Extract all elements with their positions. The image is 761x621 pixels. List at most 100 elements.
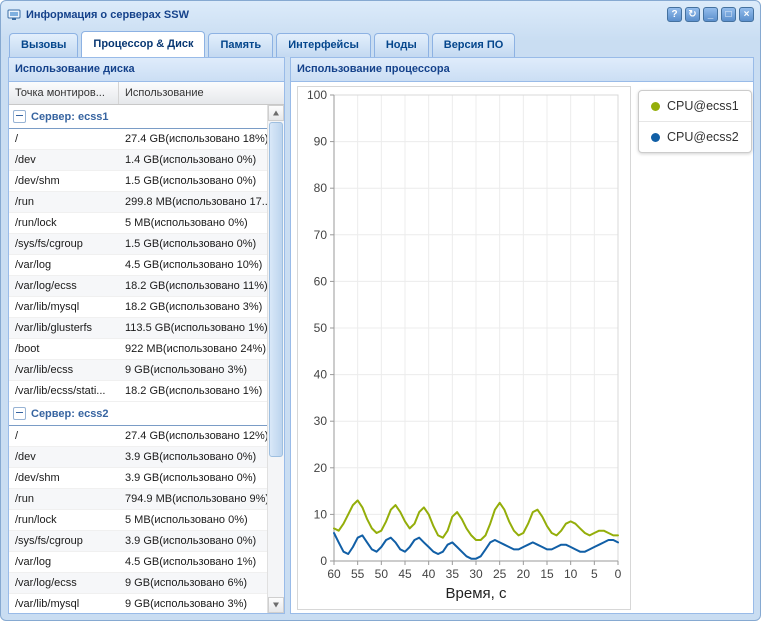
column-header-usage[interactable]: Использование bbox=[119, 82, 284, 104]
y-tick-label: 30 bbox=[314, 414, 328, 428]
mount-point-cell: /var/log/ecss bbox=[9, 573, 119, 593]
group-header[interactable]: Сервер: ecss1 bbox=[9, 105, 267, 129]
table-row[interactable]: /var/lib/mysql18.2 GB(использовано 3%) bbox=[9, 297, 267, 318]
scroll-down-button[interactable] bbox=[268, 597, 284, 613]
y-tick-label: 90 bbox=[314, 135, 328, 149]
legend-item-label: CPU@ecss1 bbox=[667, 99, 739, 113]
mount-point-cell: /var/lib/glusterfs bbox=[9, 318, 119, 338]
mount-point-cell: /dev/shm bbox=[9, 171, 119, 191]
table-row[interactable]: /boot922 MB(использовано 24%) bbox=[9, 339, 267, 360]
legend-item[interactable]: CPU@ecss1 bbox=[639, 91, 751, 121]
minimize-button[interactable]: _ bbox=[703, 7, 718, 22]
tab-memory[interactable]: Память bbox=[208, 33, 273, 57]
tab-bar: ВызовыПроцессор & ДискПамятьИнтерфейсыНо… bbox=[9, 31, 752, 57]
usage-cell: 5 MB(использовано 0%) bbox=[119, 213, 267, 233]
cpu-usage-panel: Использование процессора 010203040506070… bbox=[290, 57, 754, 614]
legend-marker-icon bbox=[651, 102, 660, 111]
y-tick-label: 50 bbox=[314, 321, 328, 335]
vertical-scrollbar[interactable] bbox=[267, 105, 284, 613]
usage-cell: 1.4 GB(использовано 0%) bbox=[119, 150, 267, 170]
refresh-icon: ↻ bbox=[688, 9, 696, 20]
table-row[interactable]: /var/log4.5 GB(использовано 10%) bbox=[9, 255, 267, 276]
table-row[interactable]: /sys/fs/cgroup3.9 GB(использовано 0%) bbox=[9, 531, 267, 552]
usage-cell: 18.2 GB(использовано 11%) bbox=[119, 276, 267, 296]
table-row[interactable]: /var/log/ecss18.2 GB(использовано 11%) bbox=[9, 276, 267, 297]
x-tick-label: 5 bbox=[591, 567, 598, 581]
mount-point-cell: /run/lock bbox=[9, 213, 119, 233]
mount-point-cell: /dev/shm bbox=[9, 468, 119, 488]
table-row[interactable]: /run/lock5 MB(использовано 0%) bbox=[9, 213, 267, 234]
usage-cell: 27.4 GB(использовано 18%) bbox=[119, 129, 267, 149]
mount-point-cell: /run bbox=[9, 489, 119, 509]
x-tick-label: 55 bbox=[351, 567, 365, 581]
usage-cell: 113.5 GB(использовано 1%) bbox=[119, 318, 267, 338]
mount-point-cell: /var/log bbox=[9, 255, 119, 275]
title-bar[interactable]: Информация о серверах SSW ?↻_□× bbox=[7, 5, 754, 24]
legend-item[interactable]: CPU@ecss2 bbox=[639, 121, 751, 152]
window-icon bbox=[7, 8, 21, 22]
group-label: Сервер: ecss1 bbox=[31, 111, 109, 123]
table-row[interactable]: /var/log4.5 GB(использовано 1%) bbox=[9, 552, 267, 573]
x-tick-label: 50 bbox=[375, 567, 389, 581]
app-window: Информация о серверах SSW ?↻_□× ВызовыПр… bbox=[0, 0, 761, 621]
table-row[interactable]: /var/lib/ecss9 GB(использовано 3%) bbox=[9, 360, 267, 381]
legend-item-label: CPU@ecss2 bbox=[667, 130, 739, 144]
usage-cell: 9 GB(использовано 3%) bbox=[119, 594, 267, 613]
tab-sw-version[interactable]: Версия ПО bbox=[432, 33, 516, 57]
usage-cell: 18.2 GB(использовано 3%) bbox=[119, 297, 267, 317]
column-header-mount-point[interactable]: Точка монтиров... bbox=[9, 82, 119, 104]
y-tick-label: 10 bbox=[314, 507, 328, 521]
table-row[interactable]: /27.4 GB(использовано 18%) bbox=[9, 129, 267, 150]
mount-point-cell: /var/lib/ecss bbox=[9, 360, 119, 380]
tab-nodes[interactable]: Ноды bbox=[374, 33, 429, 57]
usage-cell: 1.5 GB(использовано 0%) bbox=[119, 171, 267, 191]
table-row[interactable]: /sys/fs/cgroup1.5 GB(использовано 0%) bbox=[9, 234, 267, 255]
mount-point-cell: /sys/fs/cgroup bbox=[9, 531, 119, 551]
chart-legend: CPU@ecss1 CPU@ecss2 bbox=[638, 90, 752, 153]
usage-cell: 922 MB(использовано 24%) bbox=[119, 339, 267, 359]
collapse-icon[interactable] bbox=[13, 407, 26, 420]
tab-calls[interactable]: Вызовы bbox=[9, 33, 78, 57]
scrollbar-thumb[interactable] bbox=[269, 122, 283, 457]
maximize-icon: □ bbox=[725, 9, 731, 20]
up-arrow-icon bbox=[273, 111, 279, 116]
x-tick-label: 60 bbox=[327, 567, 341, 581]
scroll-up-button[interactable] bbox=[268, 105, 284, 121]
close-icon: × bbox=[744, 9, 750, 20]
maximize-button[interactable]: □ bbox=[721, 7, 736, 22]
table-row[interactable]: /var/log/ecss9 GB(использовано 6%) bbox=[9, 573, 267, 594]
mount-point-cell: /var/log bbox=[9, 552, 119, 572]
usage-cell: 3.9 GB(использовано 0%) bbox=[119, 447, 267, 467]
tab-interfaces[interactable]: Интерфейсы bbox=[276, 33, 371, 57]
collapse-icon[interactable] bbox=[13, 110, 26, 123]
table-row[interactable]: /run794.9 MB(использовано 9%) bbox=[9, 489, 267, 510]
usage-cell: 3.9 GB(использовано 0%) bbox=[119, 531, 267, 551]
table-row[interactable]: /dev1.4 GB(использовано 0%) bbox=[9, 150, 267, 171]
group-header[interactable]: Сервер: ecss2 bbox=[9, 402, 267, 426]
tab-cpu-disk[interactable]: Процессор & Диск bbox=[81, 31, 205, 57]
table-row[interactable]: /dev3.9 GB(использовано 0%) bbox=[9, 447, 267, 468]
table-row[interactable]: /dev/shm1.5 GB(использовано 0%) bbox=[9, 171, 267, 192]
chart-area: 0102030405060708090100605550454035302520… bbox=[291, 82, 753, 613]
window-controls: ? ↻ _ □ × bbox=[667, 7, 754, 22]
table-row[interactable]: /run299.8 MB(использовано 17... bbox=[9, 192, 267, 213]
table-row[interactable]: /dev/shm3.9 GB(использовано 0%) bbox=[9, 468, 267, 489]
chart-box: 0102030405060708090100605550454035302520… bbox=[297, 86, 631, 610]
group-label: Сервер: ecss2 bbox=[31, 408, 109, 420]
table-row[interactable]: /var/lib/mysql9 GB(использовано 3%) bbox=[9, 594, 267, 613]
y-tick-label: 70 bbox=[314, 228, 328, 242]
refresh-button[interactable]: ↻ bbox=[685, 7, 700, 22]
table-row[interactable]: /var/lib/ecss/stati...18.2 GB(использова… bbox=[9, 381, 267, 402]
mount-point-cell: /var/log/ecss bbox=[9, 276, 119, 296]
help-button[interactable]: ? bbox=[667, 7, 682, 22]
table-row[interactable]: /run/lock5 MB(использовано 0%) bbox=[9, 510, 267, 531]
table-row[interactable]: /var/lib/glusterfs113.5 GB(использовано … bbox=[9, 318, 267, 339]
legend-marker-icon bbox=[651, 133, 660, 142]
x-tick-label: 25 bbox=[493, 567, 507, 581]
y-tick-label: 100 bbox=[307, 88, 327, 102]
disk-table-header: Точка монтиров... Использование bbox=[9, 82, 284, 105]
help-icon: ? bbox=[671, 9, 677, 20]
close-button[interactable]: × bbox=[739, 7, 754, 22]
y-tick-label: 80 bbox=[314, 181, 328, 195]
table-row[interactable]: /27.4 GB(использовано 12%) bbox=[9, 426, 267, 447]
